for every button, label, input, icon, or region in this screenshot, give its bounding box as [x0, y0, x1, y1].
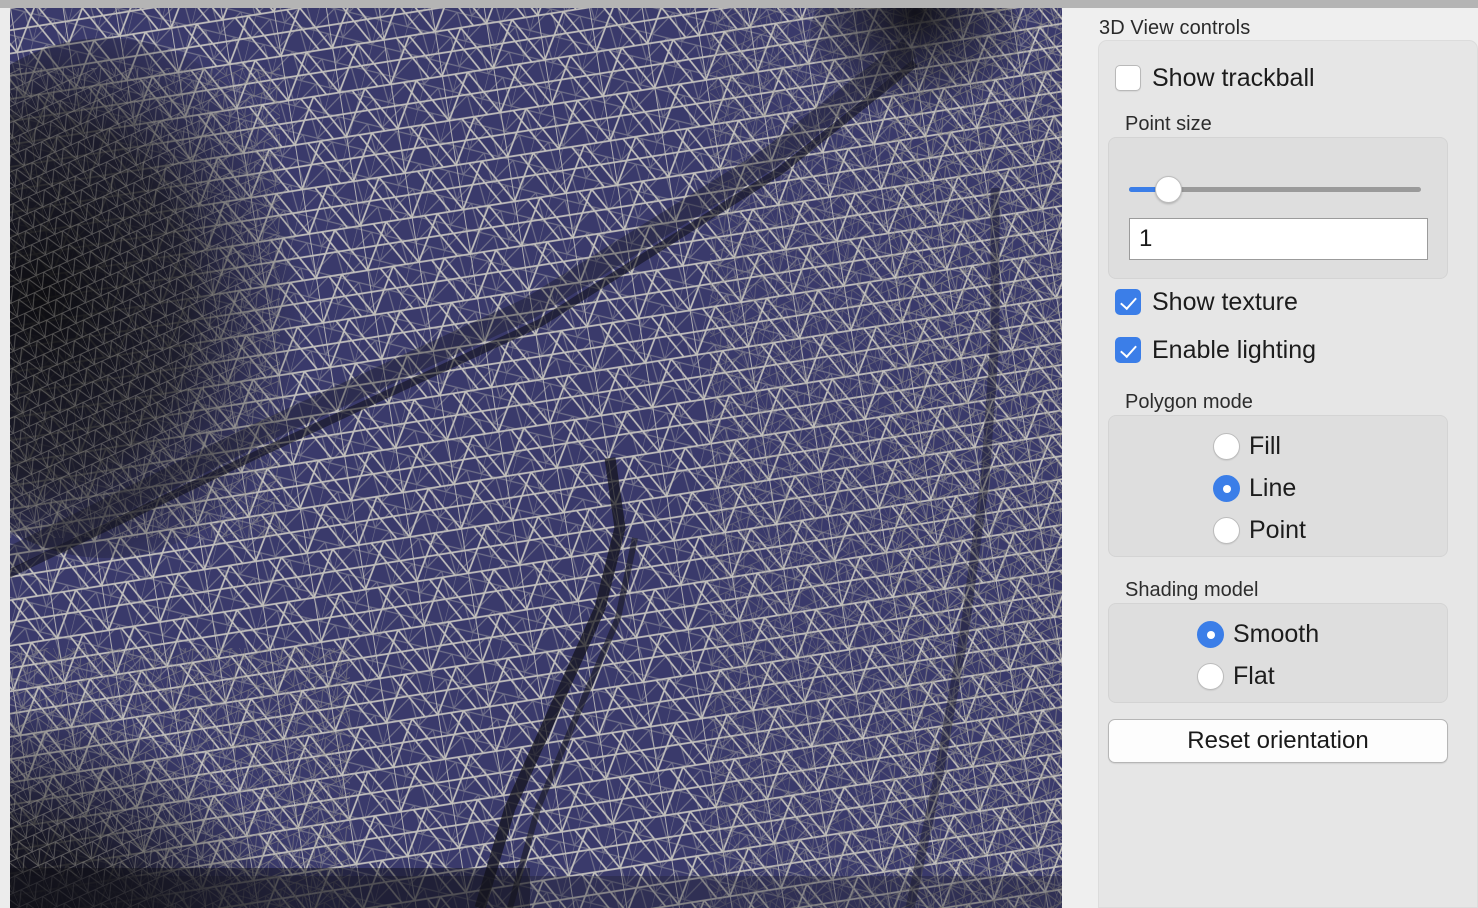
- polygon-mode-option-line[interactable]: Line: [1213, 475, 1296, 502]
- mesh-wireframe-render: [10, 8, 1062, 908]
- radio-unselected-icon[interactable]: [1213, 517, 1240, 544]
- polygon-mode-option-fill[interactable]: Fill: [1213, 433, 1281, 460]
- reset-orientation-button[interactable]: Reset orientation: [1108, 719, 1448, 763]
- slider-thumb[interactable]: [1155, 176, 1182, 203]
- 3d-mesh-viewport[interactable]: [10, 8, 1062, 908]
- 3d-view-controls-panel: 3D View controls Show trackball Point si…: [1073, 8, 1478, 908]
- show-texture-label: Show texture: [1152, 290, 1298, 315]
- radio-unselected-icon[interactable]: [1197, 663, 1224, 690]
- polygon-mode-group-box: Fill Line Point: [1108, 415, 1448, 557]
- show-texture-checkbox-row[interactable]: Show texture: [1115, 289, 1298, 315]
- show-trackball-label: Show trackball: [1152, 66, 1315, 91]
- polygon-mode-fill-label: Fill: [1249, 434, 1281, 459]
- polygon-mode-point-label: Point: [1249, 518, 1306, 543]
- shading-model-option-smooth[interactable]: Smooth: [1197, 621, 1319, 648]
- polygon-mode-option-point[interactable]: Point: [1213, 517, 1306, 544]
- enable-lighting-checkbox-row[interactable]: Enable lighting: [1115, 337, 1316, 363]
- app-window: 3D View controls Show trackball Point si…: [0, 0, 1478, 908]
- checkbox-unchecked-icon[interactable]: [1115, 65, 1141, 91]
- radio-unselected-icon[interactable]: [1213, 433, 1240, 460]
- show-trackball-checkbox-row[interactable]: Show trackball: [1115, 65, 1315, 91]
- polygon-mode-group-label: Polygon mode: [1125, 391, 1253, 414]
- radio-selected-icon[interactable]: [1213, 475, 1240, 502]
- radio-selected-icon[interactable]: [1197, 621, 1224, 648]
- window-top-strip: [0, 0, 1478, 8]
- shading-model-group-box: Smooth Flat: [1108, 603, 1448, 703]
- shading-model-smooth-label: Smooth: [1233, 622, 1319, 647]
- shading-model-flat-label: Flat: [1233, 664, 1275, 689]
- viewport-frame: [0, 8, 1062, 908]
- checkbox-checked-icon[interactable]: [1115, 289, 1141, 315]
- shading-model-group-label: Shading model: [1125, 579, 1258, 602]
- panel-card: Show trackball Point size 1 Show texture: [1098, 40, 1478, 908]
- point-size-slider[interactable]: [1129, 176, 1421, 202]
- shading-model-option-flat[interactable]: Flat: [1197, 663, 1275, 690]
- checkbox-checked-icon[interactable]: [1115, 337, 1141, 363]
- point-size-input[interactable]: 1: [1129, 218, 1428, 260]
- point-size-group-box: 1: [1108, 137, 1448, 279]
- polygon-mode-line-label: Line: [1249, 476, 1296, 501]
- panel-title: 3D View controls: [1099, 17, 1250, 40]
- point-size-group-label: Point size: [1125, 113, 1212, 136]
- enable-lighting-label: Enable lighting: [1152, 338, 1316, 363]
